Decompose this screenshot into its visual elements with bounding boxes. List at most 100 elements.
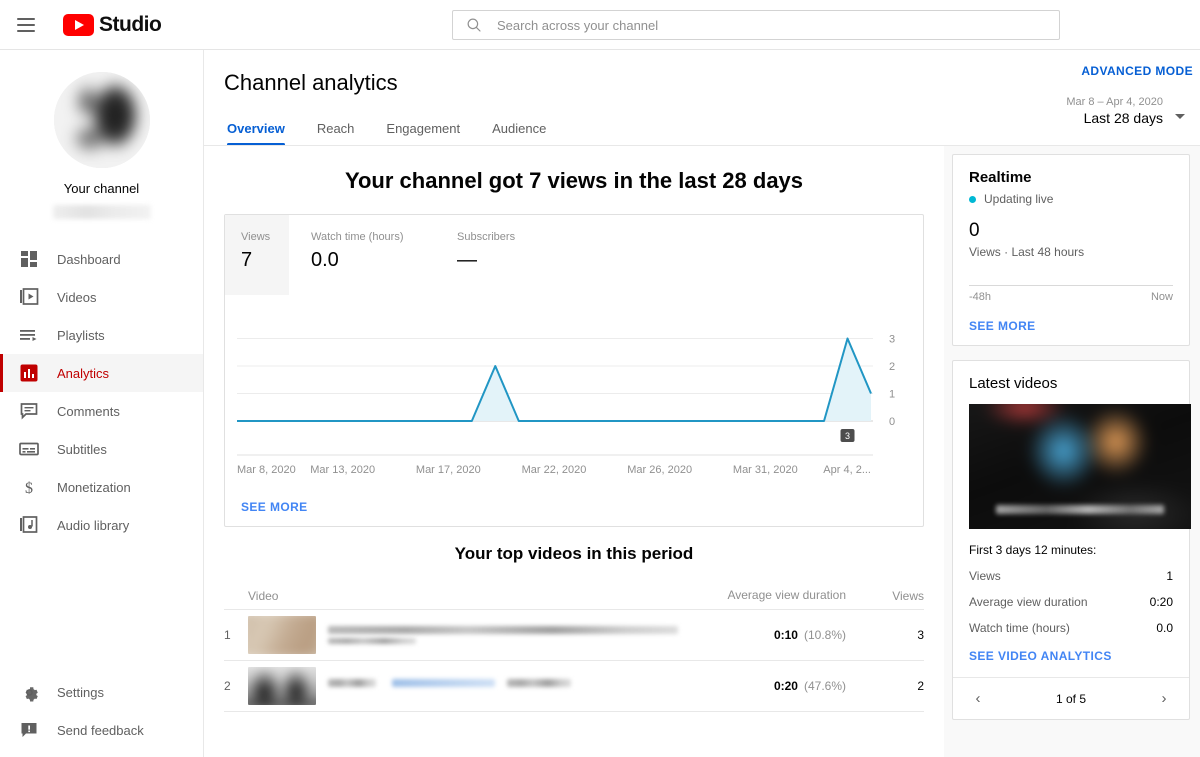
row-avg-view-duration: 0:10 (10.8%) (726, 628, 846, 643)
row-percent: (10.8%) (803, 627, 846, 642)
realtime-caption: Views · Last 48 hours (969, 245, 1085, 259)
svg-text:1: 1 (889, 389, 895, 401)
chart-see-more-link[interactable]: SEE MORE (241, 500, 308, 514)
date-range-selector[interactable]: Mar 8 – Apr 4, 2020 Last 28 days (1066, 96, 1193, 126)
sidebar-item-monetization[interactable]: $ Monetization (0, 468, 203, 506)
search-bar[interactable] (452, 10, 1060, 40)
column-avg-view-duration: Average view duration (727, 588, 846, 602)
table-row[interactable]: 2 0:20 (47.6%) 2 (224, 661, 924, 712)
top-videos-table: Video Average view duration Views 1 0:10… (224, 566, 924, 712)
sidebar-item-subtitles[interactable]: Subtitles (0, 430, 203, 468)
latest-videos-pager: ‹ 1 of 5 › (953, 677, 1189, 719)
chevron-left-icon[interactable]: ‹ (969, 690, 987, 707)
live-dot-icon (969, 195, 976, 203)
column-views: Views (892, 589, 924, 603)
metric-value: 0.0 (311, 249, 339, 271)
row-duration: 0:10 (773, 627, 798, 642)
table-row[interactable]: 1 0:10 (10.8%) 3 (224, 610, 924, 661)
tab-engagement[interactable]: Engagement (370, 121, 476, 146)
sidebar-item-label: Send feedback (57, 722, 144, 738)
metric-label: Views (241, 231, 271, 243)
svg-text:Mar 17, 2020: Mar 17, 2020 (416, 464, 481, 476)
sidebar-item-send-feedback[interactable]: Send feedback (0, 711, 203, 749)
sidebar-item-label: Monetization (57, 479, 131, 495)
realtime-live-status: Updating live (969, 192, 1173, 206)
views-chart-svg: 0 1 2 3 3 Mar 8, 2020 Mar 13, 2020 Mar 17, 2020… (237, 334, 895, 476)
playlists-icon (17, 323, 41, 347)
sidebar-item-settings[interactable]: Settings (0, 673, 203, 711)
left-sidebar: Your channel Dashboard Videos Playlists … (0, 50, 204, 757)
metric-value: 7 (241, 249, 253, 271)
latest-videos-card: Latest videos First 3 days 12 minutes: V… (952, 360, 1191, 720)
chevron-right-icon[interactable]: › (1155, 690, 1173, 707)
views-chart[interactable]: 0 1 2 3 3 Mar 8, 2020 Mar 13, 2020 Mar 17, 2020… (225, 295, 923, 495)
svg-text:Mar 22, 2020: Mar 22, 2020 (522, 464, 587, 476)
realtime-see-more-link[interactable]: SEE MORE (969, 319, 1173, 333)
stat-value: 1 (1166, 569, 1173, 583)
overview-headline: Your channel got 7 views in the last 28 … (344, 168, 804, 193)
realtime-axis-left: -48h (969, 291, 992, 303)
sidebar-item-label: Settings (57, 684, 104, 700)
row-views: 3 (917, 628, 924, 642)
channel-block[interactable]: Your channel (0, 50, 203, 219)
svg-text:0: 0 (889, 416, 895, 428)
dashboard-icon (17, 247, 41, 271)
sidebar-item-label: Videos (57, 289, 97, 305)
metric-watch-time[interactable]: Watch time (hours) 0.0 (289, 215, 435, 295)
metric-subscribers[interactable]: Subscribers — (435, 215, 575, 295)
avatar[interactable] (53, 72, 150, 168)
svg-text:3: 3 (845, 431, 850, 441)
realtime-title: Realtime (969, 169, 1032, 186)
svg-text:3: 3 (889, 334, 895, 346)
sidebar-item-analytics[interactable]: Analytics (0, 354, 203, 392)
row-percent: (47.6%) (803, 678, 846, 693)
row-duration: 0:20 (773, 678, 798, 693)
date-range-sublabel: Mar 8 – Apr 4, 2020 (1066, 96, 1163, 108)
sidebar-bottom-nav: Settings Send feedback (0, 673, 203, 749)
row-views: 2 (917, 679, 924, 693)
table-header-row: Video Average view duration Views (224, 566, 924, 610)
stat-key: Views (969, 569, 1001, 583)
realtime-card: Realtime Updating live 0 Views · Last 48… (952, 154, 1190, 346)
sidebar-item-dashboard[interactable]: Dashboard (0, 240, 203, 278)
latest-video-period-label: First 3 days 12 minutes: (969, 543, 1097, 557)
metric-value: — (457, 249, 477, 271)
tab-audience[interactable]: Audience (476, 121, 562, 146)
studio-brand[interactable]: Studio (63, 12, 162, 37)
metric-views[interactable]: Views 7 (225, 215, 289, 295)
video-title (328, 673, 726, 699)
subtitles-icon (17, 437, 41, 461)
row-video-cell (248, 616, 726, 654)
row-avg-view-duration: 0:20 (47.6%) (726, 679, 846, 694)
feedback-icon (17, 718, 41, 742)
realtime-value: 0 (969, 220, 980, 241)
search-input[interactable] (495, 16, 1047, 34)
sidebar-item-comments[interactable]: Comments (0, 392, 203, 430)
sidebar-item-videos[interactable]: Videos (0, 278, 203, 316)
analytics-body: Your channel got 7 views in the last 28 … (204, 146, 1200, 757)
chevron-down-icon (1175, 114, 1185, 119)
svg-text:Mar 31, 2020: Mar 31, 2020 (733, 464, 798, 476)
latest-video-stat: Average view duration 0:20 (969, 595, 1173, 609)
sidebar-item-playlists[interactable]: Playlists (0, 316, 203, 354)
pager-label: 1 of 5 (1055, 691, 1087, 706)
advanced-mode-button[interactable]: ADVANCED MODE (1081, 64, 1193, 78)
tab-reach[interactable]: Reach (301, 121, 371, 146)
latest-video-thumbnail[interactable] (969, 404, 1191, 529)
sidebar-item-label: Playlists (57, 327, 105, 343)
tab-overview[interactable]: Overview (224, 121, 301, 146)
sidebar-item-label: Dashboard (57, 251, 121, 267)
sidebar-item-audio-library[interactable]: Audio library (0, 506, 203, 544)
realtime-live-label: Updating live (984, 192, 1054, 206)
hamburger-icon[interactable] (17, 13, 41, 37)
column-video: Video (248, 589, 279, 603)
video-thumbnail (248, 667, 316, 705)
youtube-logo-icon (63, 13, 94, 36)
see-video-analytics-link[interactable]: SEE VIDEO ANALYTICS (969, 649, 1173, 677)
sidebar-item-label: Subtitles (57, 441, 107, 457)
sidebar-item-label: Audio library (57, 517, 130, 533)
brand-label: Studio (99, 12, 162, 36)
video-thumbnail (248, 616, 316, 654)
page-header: Channel analytics ADVANCED MODE Mar 8 – … (204, 50, 1200, 146)
sidebar-nav: Dashboard Videos Playlists Analytics Com… (0, 240, 203, 544)
